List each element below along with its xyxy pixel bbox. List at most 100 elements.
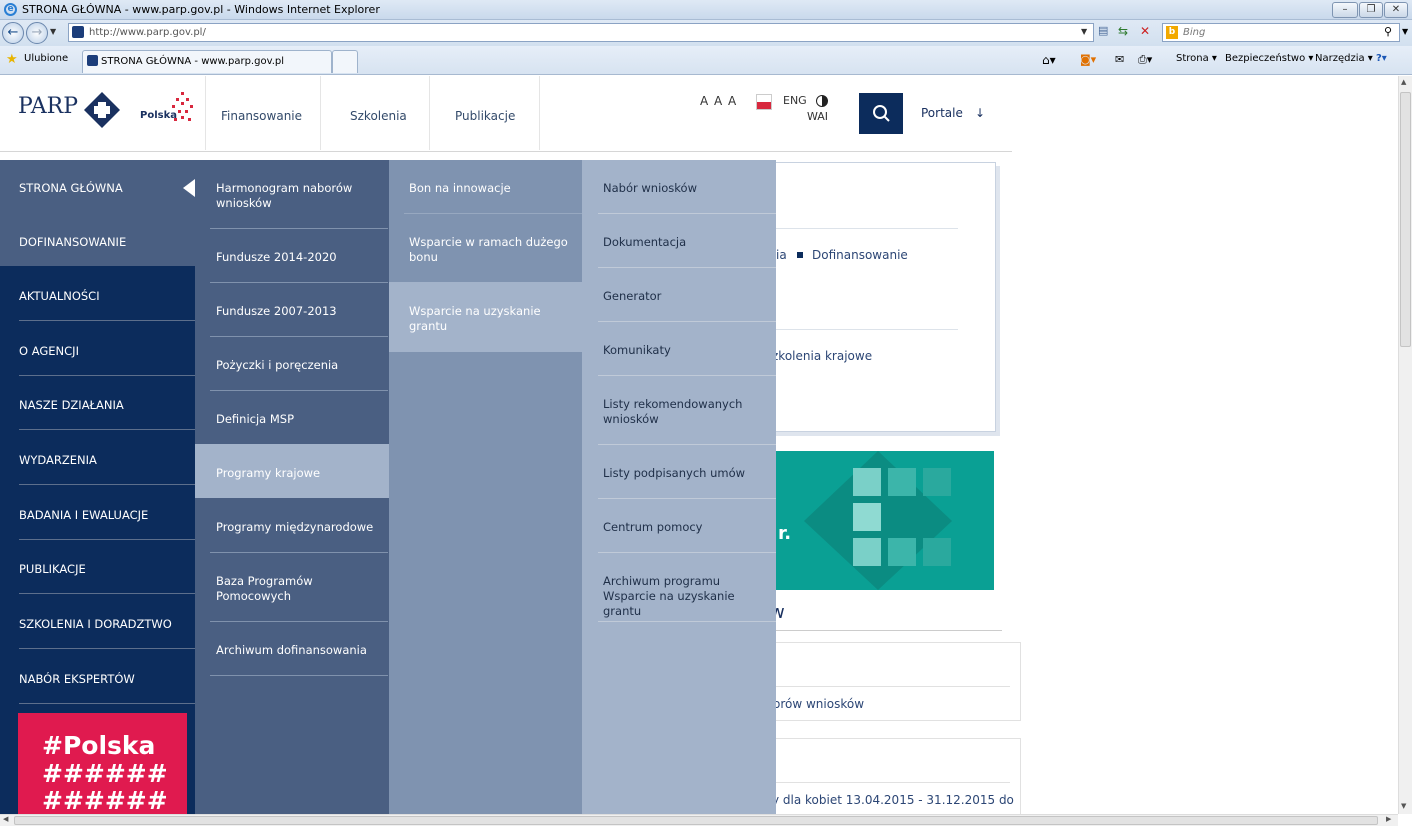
menu-separator [19, 375, 195, 376]
window-title: STRONA GŁÓWNA - www.parp.gov.pl - Window… [22, 3, 380, 16]
menu-strona-glowna[interactable]: STRONA GŁÓWNA [0, 181, 195, 195]
polska-hashtag-banner[interactable]: #Polska ###### ###### [18, 713, 187, 814]
page-menu[interactable]: Strona ▾ [1176, 53, 1217, 64]
search-input[interactable]: Bing [1162, 23, 1400, 42]
menu-archiwum-programu[interactable]: Archiwum programu Wsparcie na uzyskanie … [603, 574, 771, 619]
mail-icon[interactable]: ✉ [1115, 53, 1124, 66]
nav-szkolenia[interactable]: Szkolenia [350, 109, 407, 123]
menu-wsparcie-grantu[interactable]: Wsparcie na uzyskanie grantu [409, 304, 569, 334]
vertical-scroll-thumb[interactable] [1400, 92, 1411, 347]
banner-line: #Polska [42, 731, 156, 760]
horizontal-scroll-thumb[interactable] [14, 816, 1378, 825]
feeds-icon[interactable]: ◙▾ [1080, 53, 1096, 66]
menu-pozyczki[interactable]: Pożyczki i poręczenia [216, 358, 376, 373]
address-input[interactable]: http://www.parp.gov.pl/ [68, 23, 1094, 42]
menu-dofinansowanie[interactable]: DOFINANSOWANIE [0, 235, 195, 249]
menu-archiwum-dofinansowania[interactable]: Archiwum dofinansowania [216, 643, 386, 658]
menu-aktualnosci[interactable]: AKTUALNOŚCI [0, 289, 195, 303]
home-icon[interactable]: ⌂▾ [1042, 53, 1056, 67]
font-size-switcher[interactable]: A A A [700, 94, 737, 108]
contrast-icon[interactable] [816, 95, 828, 107]
safety-menu-label: Bezpieczeństwo [1225, 53, 1306, 64]
menu-listy-rekomendowanych[interactable]: Listy rekomendowanych wniosków [603, 397, 771, 427]
menu-publikacje[interactable]: PUBLIKACJE [0, 562, 195, 576]
menu-separator [19, 539, 195, 540]
back-button[interactable]: ← [2, 22, 24, 44]
menu-nabor-ekspertow[interactable]: NABÓR EKSPERTÓW [0, 672, 195, 686]
menu-bon-na-innowacje[interactable]: Bon na innowacje [409, 181, 569, 196]
menu-col4 [582, 160, 776, 814]
search-icon [873, 105, 890, 122]
nav-divider [429, 76, 430, 150]
bg-link-naborow[interactable]: orów wniosków [773, 697, 864, 711]
menu-wsparcie-duzego-bonu[interactable]: Wsparcie w ramach dużego bonu [409, 235, 569, 265]
new-tab-button[interactable] [332, 50, 358, 73]
bg-link-fragment[interactable]: ia [776, 248, 787, 262]
menu-separator [19, 703, 195, 704]
nav-divider [539, 76, 540, 150]
menu-dokumentacja[interactable]: Dokumentacja [603, 235, 771, 250]
maximize-button[interactable]: ❐ [1359, 2, 1383, 18]
menu-szkolenia[interactable]: SZKOLENIA I DORADZTWO [0, 617, 195, 631]
menu-generator[interactable]: Generator [603, 289, 771, 304]
search-magnifier-icon[interactable]: ⚲ [1384, 25, 1392, 38]
scroll-down-icon[interactable]: ▼ [1401, 802, 1406, 810]
polish-flag-icon[interactable] [756, 94, 772, 110]
minimize-button[interactable]: – [1332, 2, 1358, 18]
banner-line: ###### [42, 786, 168, 814]
forward-button[interactable]: → [26, 22, 48, 44]
vertical-scrollbar[interactable]: ▲ ▼ [1398, 76, 1412, 814]
search-button[interactable] [859, 93, 903, 134]
scroll-right-icon[interactable]: ▶ [1386, 815, 1391, 823]
bg-link-szkolenia[interactable]: zkolenia krajowe [772, 349, 872, 363]
close-window-button[interactable]: ✕ [1384, 2, 1408, 18]
wai-link[interactable]: WAI [807, 110, 828, 123]
parp-logo[interactable]: PARP [18, 94, 78, 119]
menu-col3-bottom [389, 352, 582, 814]
menu-wydarzenia[interactable]: WYDARZENIA [0, 453, 195, 467]
menu-separator [19, 320, 195, 321]
menu-harmonogram[interactable]: Harmonogram naborów wniosków [216, 181, 376, 211]
content-rule [760, 329, 958, 330]
browser-tab[interactable]: STRONA GŁÓWNA - www.parp.gov.pl [82, 50, 332, 73]
polska-star-icon [170, 90, 196, 126]
menu-baza-programow[interactable]: Baza Programów Pomocowych [216, 574, 376, 604]
menu-programy-krajowe[interactable]: Programy krajowe [216, 466, 376, 481]
bg-link-kobiet[interactable]: y dla kobiet 13.04.2015 - 31.12.2015 do [772, 793, 1014, 807]
menu-nabor-wnioskow[interactable]: Nabór wniosków [603, 181, 771, 196]
menu-separator [598, 321, 776, 322]
portale-link[interactable]: Portale [921, 106, 963, 120]
menu-komunikaty[interactable]: Komunikaty [603, 343, 771, 358]
menu-fundusze-2007[interactable]: Fundusze 2007-2013 [216, 304, 376, 319]
menu-o-agencji[interactable]: O AGENCJI [0, 344, 195, 358]
favorites-button[interactable]: Ulubione [24, 53, 68, 64]
menu-badania[interactable]: BADANIA I EWALUACJE [0, 508, 195, 522]
compatibility-icon[interactable]: ▤ [1098, 24, 1108, 37]
safety-menu[interactable]: Bezpieczeństwo ▾ [1225, 53, 1313, 64]
eng-link[interactable]: ENG [783, 94, 807, 107]
menu-listy-podpisanych[interactable]: Listy podpisanych umów [603, 466, 771, 481]
horizontal-scrollbar[interactable]: ◀ ▶ [0, 814, 1398, 826]
nav-divider [205, 76, 206, 150]
scroll-left-icon[interactable]: ◀ [3, 815, 8, 823]
menu-programy-miedzynarodowe[interactable]: Programy międzynarodowe [216, 520, 376, 535]
menu-centrum-pomocy[interactable]: Centrum pomocy [603, 520, 771, 535]
stop-icon[interactable]: ✕ [1140, 24, 1150, 38]
bg-link-dofinansowanie[interactable]: Dofinansowanie [812, 248, 908, 262]
history-dropdown-icon[interactable]: ▼ [50, 27, 56, 36]
address-dropdown-icon[interactable]: ▼ [1081, 27, 1087, 36]
search-dropdown-icon[interactable]: ▼ [1402, 27, 1408, 36]
nav-finansowanie[interactable]: Finansowanie [221, 109, 302, 123]
favorites-star-icon[interactable]: ★ [6, 52, 18, 67]
menu-nasze-dzialania[interactable]: NASZE DZIAŁANIA [0, 398, 195, 412]
scroll-up-icon[interactable]: ▲ [1401, 78, 1406, 86]
help-icon[interactable]: ?▾ [1376, 53, 1387, 64]
menu-definicja-msp[interactable]: Definicja MSP [216, 412, 376, 427]
tools-menu[interactable]: Narzędzia ▾ [1315, 53, 1373, 64]
print-icon[interactable]: ⎙▾ [1138, 53, 1152, 67]
menu-separator [598, 267, 776, 268]
nav-publikacje[interactable]: Publikacje [455, 109, 515, 123]
banner-text-fragment: r. [778, 523, 792, 544]
refresh-icon[interactable]: ⇆ [1118, 24, 1128, 38]
menu-fundusze-2014[interactable]: Fundusze 2014-2020 [216, 250, 376, 265]
